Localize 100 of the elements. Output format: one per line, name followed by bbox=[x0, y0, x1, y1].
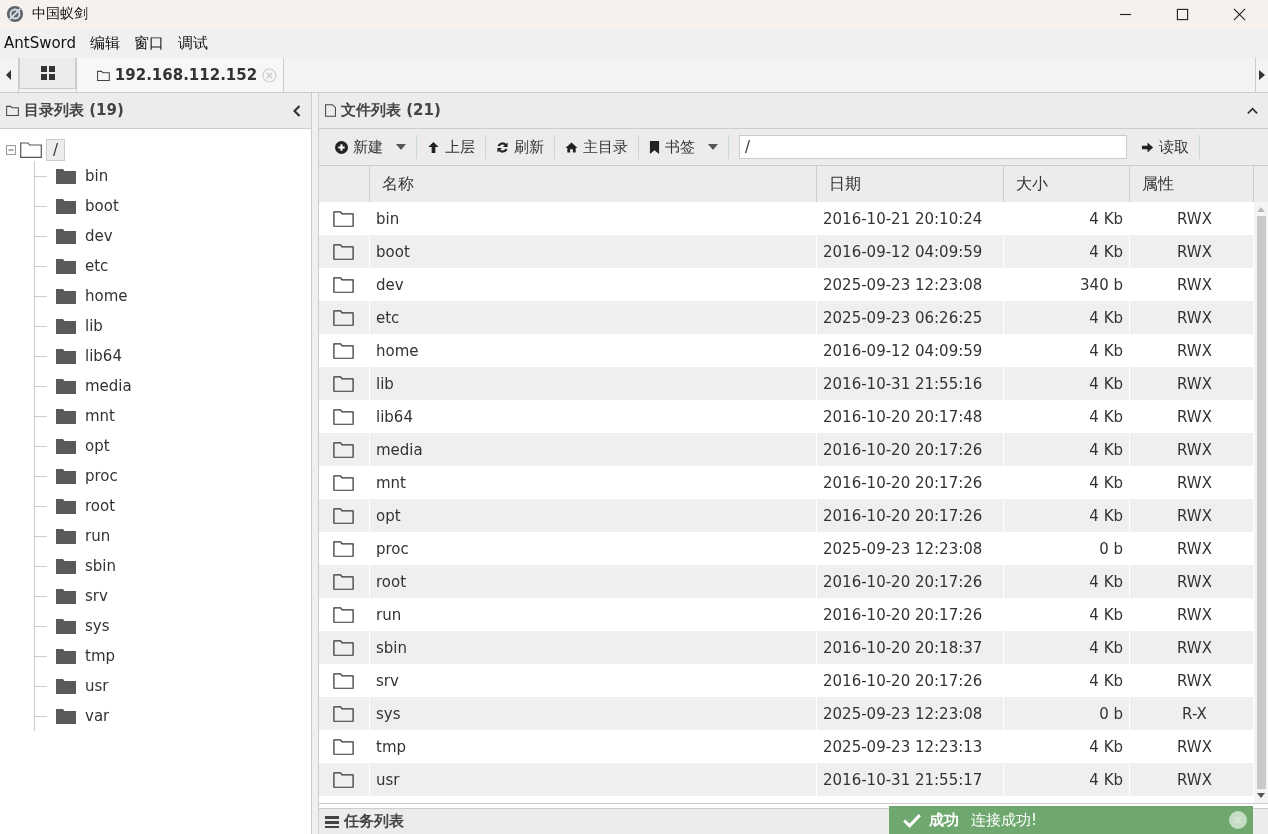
scrollbar[interactable] bbox=[1254, 202, 1268, 803]
menu-item[interactable]: 编辑 bbox=[90, 33, 121, 53]
scroll-down-icon[interactable] bbox=[1257, 793, 1265, 798]
tab[interactable]: 192.168.112.152 bbox=[76, 58, 284, 93]
folder-icon bbox=[333, 474, 354, 491]
folder-icon bbox=[333, 606, 354, 623]
column-header[interactable]: 日期 bbox=[817, 166, 1004, 202]
table-cell: boot bbox=[376, 242, 410, 261]
tree-item[interactable]: run bbox=[85, 527, 111, 545]
panel-title: 文件列表 (21) bbox=[341, 101, 441, 120]
toolbar-button[interactable]: 主目录 bbox=[555, 133, 638, 161]
folder-icon bbox=[333, 771, 354, 788]
tree-item[interactable]: var bbox=[85, 707, 110, 725]
tree-item[interactable]: bin bbox=[85, 167, 109, 185]
toolbar-button[interactable]: 上层 bbox=[417, 133, 485, 161]
toolbar-button[interactable]: 刷新 bbox=[486, 133, 554, 161]
table-cell: 2016-10-20 20:18:37 bbox=[823, 638, 983, 657]
table-cell: 4 Kb bbox=[1089, 737, 1123, 756]
table-cell: RWX bbox=[1177, 539, 1212, 558]
plus-icon bbox=[335, 140, 348, 154]
folder-icon bbox=[56, 678, 76, 694]
folder-icon bbox=[333, 540, 354, 557]
tree-item[interactable]: dev bbox=[85, 227, 113, 245]
folder-icon bbox=[333, 573, 354, 590]
file-icon bbox=[325, 104, 336, 117]
tree-item[interactable]: media bbox=[85, 377, 132, 395]
folder-icon bbox=[333, 408, 354, 425]
column-header[interactable]: 属性 bbox=[1130, 166, 1254, 202]
table-cell: srv bbox=[376, 671, 399, 690]
read-button[interactable]: 读取 bbox=[1131, 133, 1199, 161]
table-cell: 4 Kb bbox=[1089, 440, 1123, 459]
tree-item[interactable]: srv bbox=[85, 587, 108, 605]
scroll-right-button[interactable] bbox=[1255, 58, 1268, 92]
collapse-icon[interactable] bbox=[293, 104, 301, 117]
tree-item[interactable]: sys bbox=[85, 617, 110, 635]
check-icon bbox=[903, 812, 921, 828]
collapse-icon[interactable] bbox=[1247, 106, 1258, 115]
menu-item[interactable]: 调试 bbox=[178, 33, 209, 53]
table-cell: RWX bbox=[1177, 638, 1212, 657]
table-cell: tmp bbox=[376, 737, 406, 756]
folder-icon bbox=[56, 198, 76, 214]
toolbar-button[interactable]: 新建 bbox=[325, 133, 416, 161]
panel-title: 任务列表 bbox=[344, 812, 404, 831]
folder-icon bbox=[56, 168, 76, 184]
table-cell: 2016-10-21 20:10:24 bbox=[823, 209, 983, 228]
menu-item[interactable]: 窗口 bbox=[134, 33, 165, 53]
toolbar-button[interactable]: 书签 bbox=[639, 133, 728, 161]
tree-item[interactable]: lib bbox=[85, 317, 103, 335]
table-cell: 2025-09-23 12:23:08 bbox=[823, 275, 983, 294]
splitter-handle[interactable] bbox=[312, 93, 319, 834]
refresh-icon bbox=[496, 140, 509, 154]
table-cell: 2016-10-20 20:17:26 bbox=[823, 605, 983, 624]
tree-item[interactable]: usr bbox=[85, 677, 109, 695]
table-cell: proc bbox=[376, 539, 409, 558]
list-icon bbox=[325, 815, 339, 828]
folder-icon bbox=[333, 672, 354, 689]
tree-item[interactable]: tmp bbox=[85, 647, 115, 665]
table-cell: 2016-09-12 04:09:59 bbox=[823, 242, 983, 261]
table-cell: 2016-10-31 21:55:16 bbox=[823, 374, 983, 393]
table-cell: run bbox=[376, 605, 402, 624]
table-cell: RWX bbox=[1177, 473, 1212, 492]
tree-item[interactable]: boot bbox=[85, 197, 119, 215]
tree-item[interactable]: home bbox=[85, 287, 128, 305]
tree-item[interactable]: sbin bbox=[85, 557, 116, 575]
table-cell: RWX bbox=[1177, 341, 1212, 360]
tree-item[interactable]: proc bbox=[85, 467, 118, 485]
collapse-toggle-icon[interactable] bbox=[6, 145, 16, 155]
column-header[interactable]: 大小 bbox=[1004, 166, 1130, 202]
tree-item[interactable]: etc bbox=[85, 257, 109, 275]
window-title: 中国蚁剑 bbox=[32, 5, 88, 23]
table-cell: RWX bbox=[1177, 572, 1212, 591]
column-header[interactable]: 名称 bbox=[370, 166, 817, 202]
path-field[interactable]: / bbox=[739, 135, 1127, 159]
tree-item[interactable]: lib64 bbox=[85, 347, 122, 365]
folder-icon bbox=[56, 648, 76, 664]
table-cell: 2016-10-20 20:17:26 bbox=[823, 440, 983, 459]
table-cell: 4 Kb bbox=[1089, 209, 1123, 228]
home-icon bbox=[565, 140, 578, 154]
folder-icon bbox=[56, 558, 76, 574]
table-cell: RWX bbox=[1177, 770, 1212, 789]
table-cell: RWX bbox=[1177, 209, 1212, 228]
table-cell: RWX bbox=[1177, 737, 1212, 756]
table-cell: 4 Kb bbox=[1089, 308, 1123, 327]
triangle-right-icon bbox=[1259, 70, 1265, 80]
tree-item[interactable]: root bbox=[85, 497, 116, 515]
table-cell: 2016-10-20 20:17:26 bbox=[823, 506, 983, 525]
folder-icon bbox=[56, 528, 76, 544]
table-cell: RWX bbox=[1177, 275, 1212, 294]
tab[interactable] bbox=[19, 58, 76, 89]
tree-item[interactable]: opt bbox=[85, 437, 110, 455]
folder-icon bbox=[333, 342, 354, 359]
folder-icon bbox=[333, 276, 354, 293]
tree-item[interactable]: mnt bbox=[85, 407, 115, 425]
folder-icon bbox=[97, 69, 110, 81]
tree-item[interactable]: / bbox=[46, 139, 66, 161]
menu-item[interactable]: AntSword bbox=[4, 34, 77, 52]
table-cell: 4 Kb bbox=[1089, 242, 1123, 261]
folder-icon bbox=[56, 318, 76, 334]
table-cell: 340 b bbox=[1080, 275, 1123, 294]
table-cell: 4 Kb bbox=[1089, 770, 1123, 789]
